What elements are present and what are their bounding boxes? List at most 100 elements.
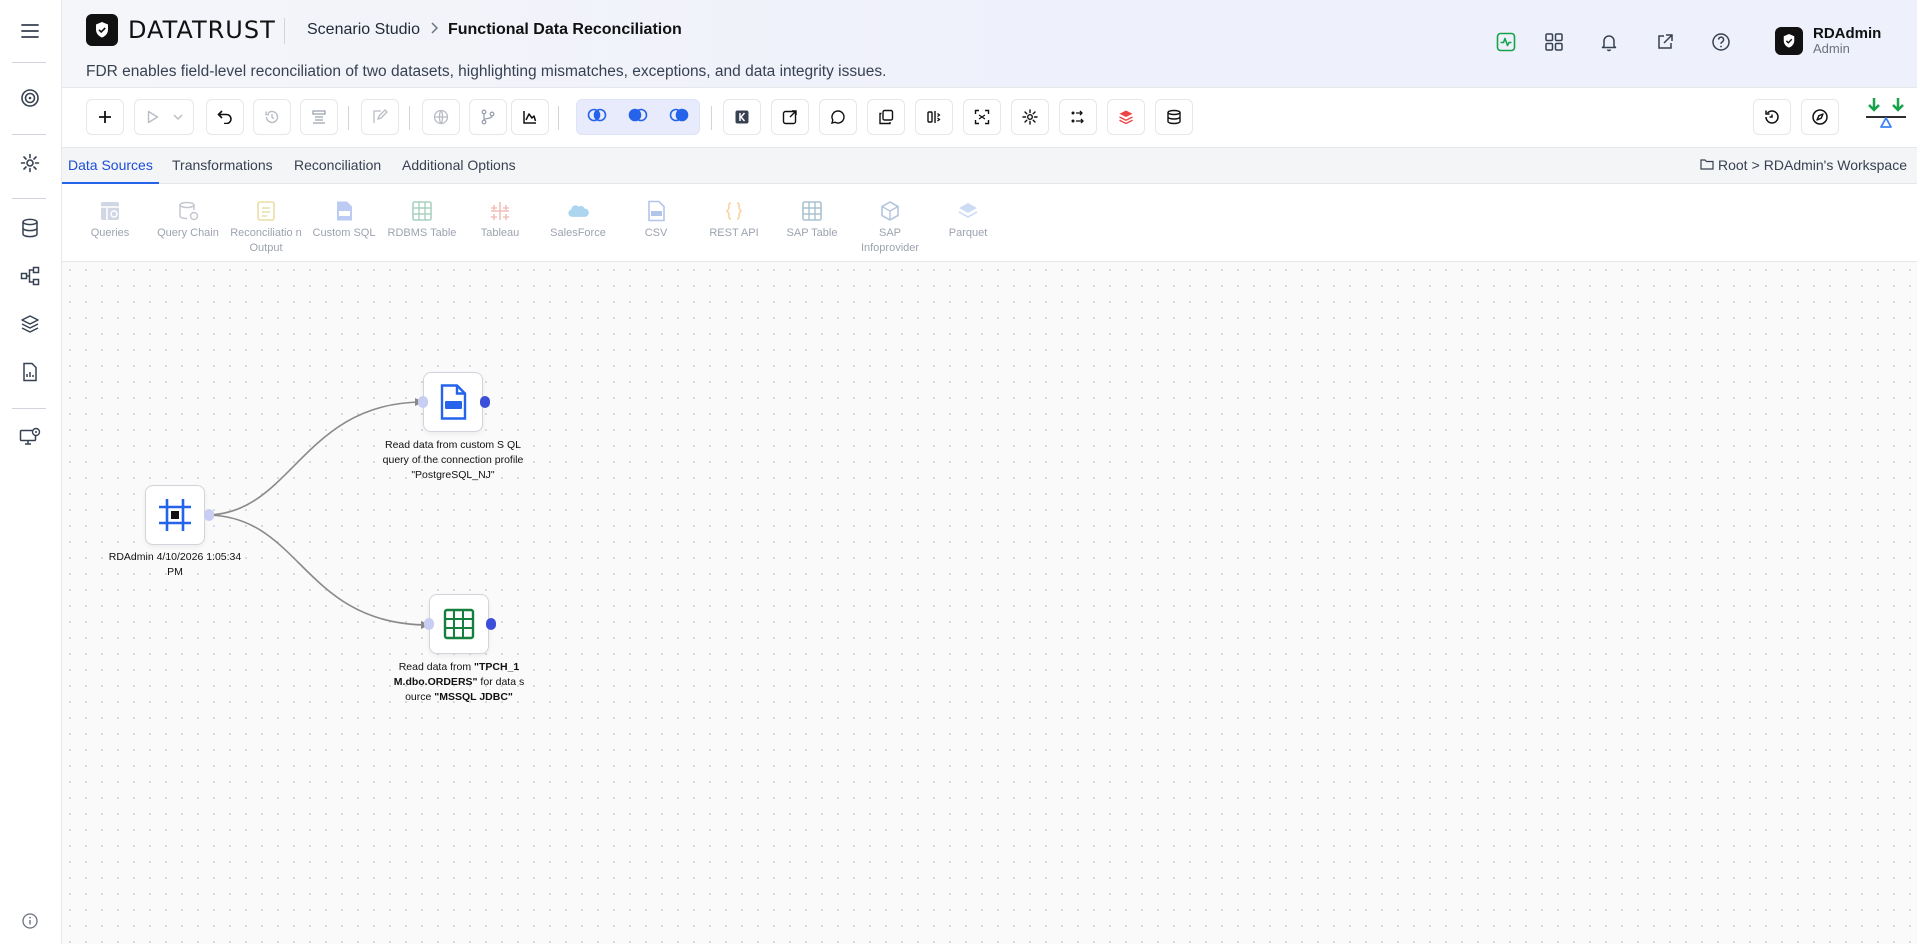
palette-label: Reconciliatio n Output (230, 227, 302, 254)
palette-item-tableau[interactable]: Tableau (462, 200, 538, 241)
palette-label: SalesForce (550, 227, 606, 239)
nav-divider (12, 408, 46, 409)
target-icon[interactable] (17, 85, 43, 111)
tab-additional-options[interactable]: Additional Options (396, 148, 522, 184)
copy-icon[interactable] (867, 99, 905, 135)
custom-sql-icon (333, 200, 355, 222)
workflow-icon[interactable] (17, 263, 43, 289)
breadcrumb-parent[interactable]: Scenario Studio (307, 21, 420, 39)
info-icon[interactable] (21, 912, 39, 930)
help-icon[interactable] (1709, 30, 1733, 54)
source-palette: Queries Query Chain Reconciliatio n Outp… (62, 184, 1917, 262)
palette-item-parquet[interactable]: Parquet (930, 200, 1006, 241)
hamburger-menu-icon[interactable] (17, 18, 43, 44)
folder-icon (1700, 157, 1714, 173)
version-history-icon[interactable] (1753, 99, 1791, 135)
user-menu[interactable]: RDAdmin Admin (1775, 26, 1881, 56)
history-icon[interactable] (253, 99, 291, 135)
join-mode-group (576, 99, 700, 135)
left-nav-rail (0, 0, 62, 944)
workspace-root: Root (1718, 157, 1748, 173)
flow-edges (205, 398, 430, 629)
palette-item-rest-api[interactable]: REST API (696, 200, 772, 241)
reconciliation-balance-icon[interactable] (1864, 96, 1908, 140)
table-grid-icon (443, 608, 475, 640)
apps-grid-icon[interactable] (1542, 30, 1566, 54)
nav-divider (12, 198, 46, 199)
edit-icon[interactable] (361, 99, 399, 135)
globe-icon[interactable] (422, 99, 460, 135)
comment-icon[interactable] (819, 99, 857, 135)
rest-api-icon (723, 200, 745, 222)
activity-status-icon[interactable] (1494, 30, 1518, 54)
table-output-port[interactable] (486, 618, 496, 630)
branch-icon[interactable] (469, 99, 507, 135)
database-icon[interactable] (17, 215, 43, 241)
chevron-down-icon[interactable] (173, 108, 183, 126)
frame-icon (159, 499, 191, 531)
queries-icon (99, 200, 121, 222)
compass-icon[interactable] (1801, 99, 1839, 135)
palette-item-salesforce[interactable]: SalesForce (540, 200, 616, 241)
palette-label: Parquet (948, 227, 988, 239)
start-node[interactable] (145, 485, 205, 545)
palette-item-query-chain[interactable]: Query Chain (150, 200, 226, 241)
line-chart-icon[interactable] (511, 99, 549, 135)
fit-view-icon[interactable] (963, 99, 1001, 135)
stack-layers-icon[interactable] (1107, 99, 1145, 135)
shield-logo-icon (86, 14, 118, 46)
palette-item-rdbms-table[interactable]: RDBMS Table (384, 200, 460, 241)
palette-label: SAP Table (786, 227, 838, 239)
node-settings-icon[interactable] (1011, 99, 1049, 135)
sap-infoprovider-icon (879, 200, 901, 222)
tableau-icon (489, 200, 511, 222)
data-store-icon[interactable] (1155, 99, 1193, 135)
app-header: DATATRUST Scenario Studio Functional Dat… (62, 0, 1917, 88)
palette-item-sap-infoprovider[interactable]: SAP Infoprovider (852, 200, 928, 256)
table-input-port[interactable] (424, 618, 434, 630)
open-external-icon[interactable] (771, 99, 809, 135)
sql-input-port[interactable] (418, 396, 428, 408)
left-join-icon[interactable] (627, 108, 649, 127)
run-button[interactable] (134, 99, 194, 135)
align-icon[interactable] (915, 99, 953, 135)
first-icon[interactable] (723, 99, 761, 135)
brand-logo[interactable]: DATATRUST (86, 14, 276, 46)
tab-reconciliation[interactable]: Reconciliation (288, 148, 387, 184)
palette-item-queries[interactable]: Queries (72, 200, 148, 241)
full-join-icon[interactable] (586, 108, 608, 127)
add-button[interactable] (86, 99, 124, 135)
map-fields-icon[interactable] (1059, 99, 1097, 135)
palette-item-csv[interactable]: CSV (618, 200, 694, 241)
start-node-label: RDAdmin 4/10/2026 1:05:34 PM (108, 551, 242, 578)
settings-gear-icon[interactable] (17, 150, 43, 176)
start-output-port[interactable] (204, 509, 214, 521)
rdbms-table-node[interactable] (429, 594, 489, 654)
sql-file-icon (440, 384, 467, 420)
schema-icon[interactable] (300, 99, 338, 135)
tab-transformations[interactable]: Transformations (166, 148, 279, 184)
palette-label: CSV (644, 227, 668, 239)
flow-canvas[interactable]: RDAdmin 4/10/2026 1:05:34 PM Read data f… (62, 262, 1917, 944)
layers-icon[interactable] (17, 311, 43, 337)
palette-label: Tableau (480, 227, 520, 239)
monitor-settings-icon[interactable] (17, 424, 43, 450)
undo-button[interactable] (206, 99, 244, 135)
workspace-path[interactable]: Root > RDAdmin's Workspace (1700, 157, 1907, 173)
right-join-icon[interactable] (668, 108, 690, 127)
notifications-bell-icon[interactable] (1597, 30, 1621, 54)
palette-label: RDBMS Table (387, 227, 457, 239)
tab-data-sources[interactable]: Data Sources (62, 148, 159, 184)
toolbar-divider (348, 106, 349, 130)
table-label-source: "MSSQL JDBC" (434, 691, 513, 703)
external-link-icon[interactable] (1653, 30, 1677, 54)
sql-output-port[interactable] (480, 396, 490, 408)
palette-item-reconciliation-output[interactable]: Reconciliatio n Output (228, 200, 304, 256)
palette-item-sap-table[interactable]: SAP Table (774, 200, 850, 241)
report-icon[interactable] (17, 359, 43, 385)
toolbar-divider (409, 106, 410, 130)
csv-icon (645, 200, 667, 222)
sap-table-icon (801, 200, 823, 222)
palette-item-custom-sql[interactable]: Custom SQL (306, 200, 382, 241)
custom-sql-node[interactable] (423, 372, 483, 432)
